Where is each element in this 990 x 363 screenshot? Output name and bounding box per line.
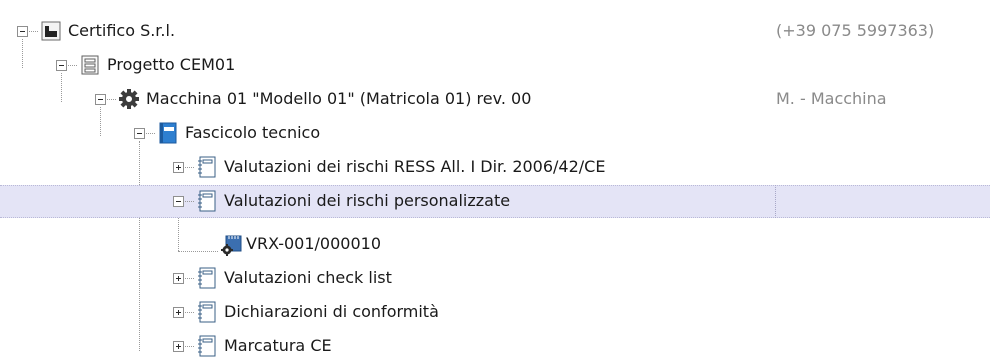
tree-node-label: VRX-001/000010 xyxy=(246,234,382,253)
tree-node-label: Valutazioni dei rischi personalizzate xyxy=(224,191,511,210)
collapse-toggle[interactable] xyxy=(173,196,184,207)
tree-node-label: Macchina 01 "Modello 01" (Matricola 01) … xyxy=(146,89,532,108)
tree-node-checklist[interactable]: Valutazioni check list xyxy=(0,262,990,295)
tree-connector xyxy=(185,346,194,347)
collapse-toggle[interactable] xyxy=(56,60,67,71)
tree-node-conformity[interactable]: Dichiarazioni di conformità xyxy=(0,296,990,329)
collapse-toggle[interactable] xyxy=(134,128,145,139)
tree-node-label: Certifico S.r.l. xyxy=(68,21,176,40)
tree-connector xyxy=(185,312,194,313)
gear-icon xyxy=(119,89,139,109)
tree-node-company[interactable]: Certifico S.r.l. (+39 075 5997363) xyxy=(0,15,990,48)
expand-toggle[interactable] xyxy=(173,273,184,284)
notebook-icon xyxy=(198,267,216,289)
tree-node-ce-marking[interactable]: Marcatura CE xyxy=(0,330,990,363)
tree-connector xyxy=(107,99,116,100)
machine-type: M. - Macchina xyxy=(776,89,887,108)
expand-toggle[interactable] xyxy=(173,307,184,318)
tree-node-vrx-document[interactable]: VRX-001/000010 xyxy=(0,228,990,261)
document-gear-icon xyxy=(221,235,242,256)
project-icon xyxy=(81,55,99,75)
tree-connector xyxy=(146,133,155,134)
notebook-icon xyxy=(198,301,216,323)
tree-node-ress-assessment[interactable]: Valutazioni dei rischi RESS All. I Dir. … xyxy=(0,151,990,184)
column-divider xyxy=(775,185,777,218)
company-icon xyxy=(41,21,61,41)
tree-node-label: Fascicolo tecnico xyxy=(185,123,321,142)
tree-connector xyxy=(185,201,194,202)
expand-toggle[interactable] xyxy=(173,162,184,173)
tree-node-label: Dichiarazioni di conformità xyxy=(224,302,439,321)
tree-connector xyxy=(29,31,38,32)
tree-node-custom-assessment[interactable]: Valutazioni dei rischi personalizzate xyxy=(0,185,990,218)
expand-toggle[interactable] xyxy=(173,341,184,352)
notebook-icon xyxy=(198,190,216,212)
tree-connector xyxy=(185,278,194,279)
tree-connector xyxy=(185,167,194,168)
tree-node-machine[interactable]: Macchina 01 "Modello 01" (Matricola 01) … xyxy=(0,83,990,116)
phone-number: (+39 075 5997363) xyxy=(776,21,935,40)
tree-connector xyxy=(178,251,218,252)
tree-node-label: Valutazioni check list xyxy=(224,268,392,287)
notebook-icon xyxy=(198,335,216,357)
tree-node-label: Valutazioni dei rischi RESS All. I Dir. … xyxy=(224,157,606,176)
tree-view[interactable]: Certifico S.r.l. (+39 075 5997363) Proge… xyxy=(0,0,990,363)
tree-node-technical-file[interactable]: Fascicolo tecnico xyxy=(0,117,990,150)
tree-node-label: Marcatura CE xyxy=(224,336,332,355)
tree-node-label: Progetto CEM01 xyxy=(107,55,236,74)
tree-node-project[interactable]: Progetto CEM01 xyxy=(0,49,990,82)
collapse-toggle[interactable] xyxy=(17,26,28,37)
notebook-icon xyxy=(198,156,216,178)
binder-icon xyxy=(159,122,177,144)
collapse-toggle[interactable] xyxy=(95,94,106,105)
tree-connector xyxy=(68,65,77,66)
